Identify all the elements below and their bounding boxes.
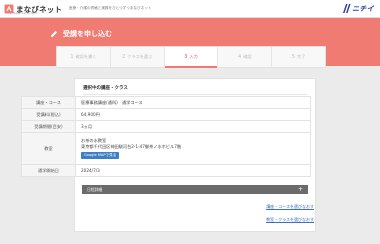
course-value: 医療事務講座(通科) 通学コース [75,96,311,109]
table-row: 通学開始日 2024/7/3 [21,164,311,177]
schedule-details-label: 日程詳細 [87,186,103,192]
reselect-course-link[interactable]: 講座・コースを選びなおす [266,204,314,210]
progress-steps: 1 確認を書く 2 クラスを選ぶ 3 入力 4 確認 5 完了 [56,46,326,68]
section-heading: 選択中の講座・クラス [83,86,128,91]
page-title-text: 受講を申し込む [63,30,112,38]
step-2: 2 クラスを選ぶ [111,47,165,67]
room-label: 教室 [21,132,76,165]
table-row: 講座・コース 医療事務講座(通科) 通学コース [21,96,311,109]
brand-name: ニチイ [352,4,374,13]
period-label: 受講期間(目安) [21,120,76,133]
brand-mark-icon [343,4,351,13]
schedule-details-toggle[interactable]: 日程詳細 + [82,185,308,194]
fee-value: 64,900円 [75,108,311,121]
google-map-button[interactable]: Google MAPで見る [81,152,120,159]
step-3-current: 3 入力 [164,47,219,68]
section-divider [83,94,307,95]
page-title: 受講を申し込む [50,29,112,39]
fee-label: 受講料(税込) [21,108,76,121]
table-row: 教室 お茶の水教室 東京都千代田区神田駿河台2-1-47御茶ノ水ホビル7階 Go… [21,132,311,165]
course-label: 講座・コース [21,96,76,109]
start-label: 通学開始日 [21,164,76,177]
logo-subtitle: Manabi.net by Nichii [13,12,38,15]
brand-logo[interactable]: ニチイ [342,3,374,14]
top-bar: まなびネット Manabi.net by Nichii 医療・介護の資格と実務を… [0,0,380,18]
course-info-table: 講座・コース 医療事務講座(通科) 通学コース 受講料(税込) 64,900円 … [21,96,311,177]
step-4: 4 確認 [218,47,273,67]
period-value: 3ヵ月 [75,120,311,133]
step-1: 1 確認を書く [57,47,111,67]
table-row: 受講期間(目安) 3ヵ月 [21,120,311,133]
site-tagline: 医療・介護の資格と実務をひとつずつまなびネット [69,6,152,10]
reselect-class-link[interactable]: 教室・クラスを選びなおす [266,217,314,223]
room-cell: お茶の水教室 東京都千代田区神田駿河台2-1-47御茶ノ水ホビル7階 Googl… [75,132,311,165]
pencil-icon [51,30,58,37]
plus-icon: + [297,185,303,193]
start-value: 2024/7/3 [75,164,311,177]
room-address: 東京都千代田区神田駿河台2-1-47御茶ノ水ホビル7階 [81,144,182,149]
table-row: 受講料(税込) 64,900円 [21,108,311,121]
step-5: 5 完了 [291,54,306,60]
